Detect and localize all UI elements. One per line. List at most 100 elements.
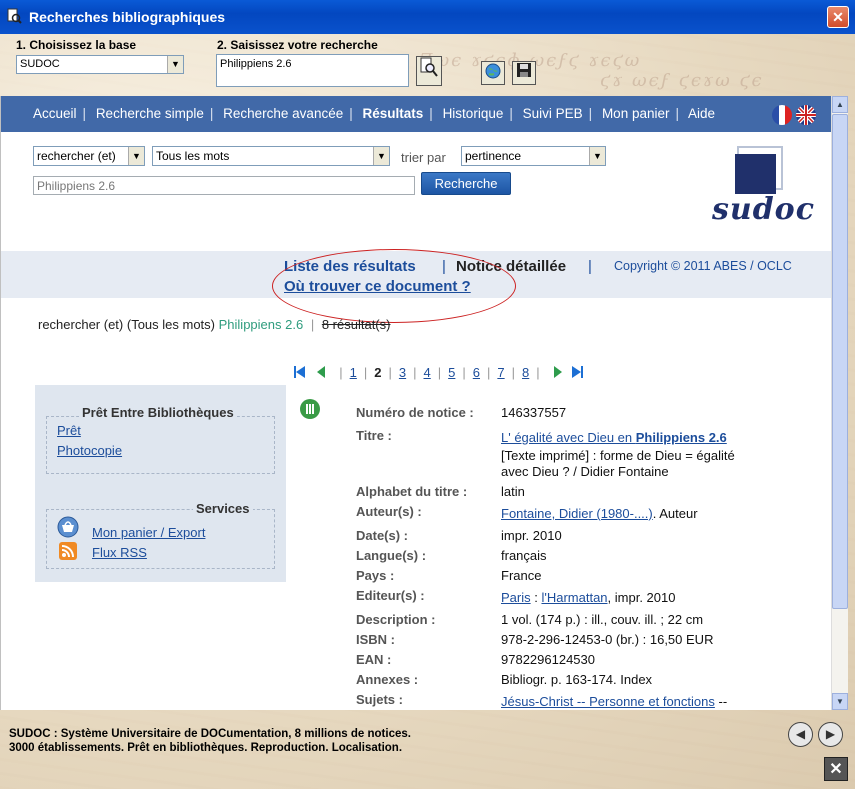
search-textbox[interactable]: Philippiens 2.6 <box>216 54 409 87</box>
sort-label: trier par <box>401 150 446 165</box>
photocopie-link[interactable]: Photocopie <box>57 443 122 458</box>
first-page-icon[interactable] <box>294 365 306 382</box>
highlight-ellipse <box>272 249 516 323</box>
nav-accueil[interactable]: Accueil <box>33 106 77 121</box>
base-select-value: SUDOC <box>20 58 60 70</box>
recherche-button[interactable]: Recherche <box>421 172 511 195</box>
uk-flag-icon[interactable] <box>796 105 816 125</box>
book-icon <box>300 399 320 419</box>
search-summary: rechercher (et) (Tous les mots) Philippi… <box>38 317 390 332</box>
value-isbn: 978-2-296-12453-0 (br.) : 16,50 EUR <box>501 632 714 647</box>
basket-icon[interactable] <box>57 516 79 541</box>
value-auteur: Fontaine, Didier (1980-....). Auteur <box>501 506 698 521</box>
label-annexes: Annexes : <box>356 672 419 687</box>
label-description: Description : <box>356 612 436 627</box>
value-pays: France <box>501 568 542 583</box>
summary-separator: | <box>310 317 315 332</box>
app-icon <box>6 8 22 24</box>
nav-resultats[interactable]: Résultats <box>363 106 424 121</box>
globe-icon <box>484 63 502 84</box>
label-numero: Numéro de notice : <box>356 405 474 420</box>
subject-link[interactable]: Jésus-Christ -- Personne et fonctions <box>501 694 715 709</box>
publisher-place-link[interactable]: Paris <box>501 590 531 605</box>
publisher-name-link[interactable]: l'Harmattan <box>541 590 607 605</box>
nav-aide[interactable]: Aide <box>688 106 715 121</box>
scroll-up-icon[interactable]: ▲ <box>832 96 848 113</box>
chevron-down-icon[interactable]: ▼ <box>373 147 389 165</box>
chevron-down-icon[interactable]: ▼ <box>128 147 144 165</box>
title-link-text: L' égalité avec Dieu en <box>501 430 636 445</box>
pret-link[interactable]: Prêt <box>57 423 81 438</box>
last-page-icon[interactable] <box>571 365 583 382</box>
nav-suivi-peb[interactable]: Suivi PEB <box>523 106 583 121</box>
query-value: Philippiens 2.6 <box>37 179 116 193</box>
next-page-icon[interactable] <box>553 365 563 382</box>
summary-query: Philippiens 2.6 <box>218 317 304 332</box>
value-titre: L' égalité avec Dieu en Philippiens 2.6 <box>501 430 727 445</box>
value-editeur: Paris : l'Harmattan, impr. 2010 <box>501 590 675 605</box>
value-alphabet: latin <box>501 484 525 499</box>
floppy-disk-icon <box>516 63 532 82</box>
words-value: Tous les mots <box>156 149 230 163</box>
nav-mon-panier[interactable]: Mon panier <box>602 106 670 121</box>
arrow-left-icon: ◀ <box>795 727 806 741</box>
words-select[interactable]: Tous les mots ▼ <box>152 146 390 166</box>
label-auteur: Auteur(s) : <box>356 504 422 519</box>
vertical-scrollbar[interactable]: ▲ ▼ <box>831 96 848 710</box>
close-icon: ✕ <box>832 9 844 25</box>
page-link-8[interactable]: 8 <box>522 365 529 380</box>
query-input[interactable]: Philippiens 2.6 <box>33 176 415 195</box>
value-sujets: Jésus-Christ -- Personne et fonctions -- <box>501 694 727 709</box>
arrow-right-icon: ▶ <box>825 727 836 741</box>
peb-title: Prêt Entre Bibliothèques <box>79 405 237 420</box>
sidebar-box: Prêt Entre Bibliothèques Prêt Photocopie… <box>35 385 286 582</box>
page-link-5[interactable]: 5 <box>448 365 455 380</box>
title-link[interactable]: L' égalité avec Dieu en Philippiens 2.6 <box>501 430 727 445</box>
mon-panier-link[interactable]: Mon panier / Export <box>92 525 205 540</box>
save-button[interactable] <box>512 61 536 85</box>
scroll-thumb[interactable] <box>832 114 848 609</box>
nav-recherche-avancee[interactable]: Recherche avancée <box>223 106 343 121</box>
label-pays: Pays : <box>356 568 395 583</box>
forward-button[interactable]: ▶ <box>818 722 843 747</box>
search-mode-select[interactable]: rechercher (et) ▼ <box>33 146 145 166</box>
value-date: impr. 2010 <box>501 528 562 543</box>
internet-button[interactable] <box>481 61 505 85</box>
page-link-7[interactable]: 7 <box>497 365 504 380</box>
page-link-6[interactable]: 6 <box>473 365 480 380</box>
base-select[interactable]: SUDOC ▼ <box>16 55 184 74</box>
prev-page-icon[interactable] <box>316 365 326 382</box>
french-flag-icon[interactable] <box>772 105 792 125</box>
exit-button[interactable]: ✕ <box>824 757 848 781</box>
sort-select[interactable]: pertinence ▼ <box>461 146 606 166</box>
footer-line1: SUDOC : Système Universitaire de DOCumen… <box>9 728 411 740</box>
app-window: ꟻωϵ ɤϛϵɸ ωϵϝϛ ɤϵϛω ϛɤ ωϵϝ ϛϵɤω ϛϵ Recher… <box>0 0 855 789</box>
back-button[interactable]: ◀ <box>788 722 813 747</box>
page-link-1[interactable]: 1 <box>350 365 357 380</box>
chevron-down-icon[interactable]: ▼ <box>589 147 605 165</box>
label-alphabet: Alphabet du titre : <box>356 484 468 499</box>
scroll-down-icon[interactable]: ▼ <box>832 693 848 710</box>
rss-icon[interactable] <box>59 542 77 563</box>
label-isbn: ISBN : <box>356 632 395 647</box>
page-link-3[interactable]: 3 <box>399 365 406 380</box>
subject-tail: -- <box>714 694 728 709</box>
copyright-text: Copyright © 2011 ABES / OCLC <box>614 259 792 273</box>
label-editeur: Editeur(s) : <box>356 588 425 603</box>
footer-line2: 3000 établissements. Prêt en bibliothèqu… <box>9 742 403 754</box>
publisher-sep: : <box>530 590 542 605</box>
page-current: 2 <box>374 365 382 380</box>
summary-count: 8 résultat(s) <box>321 317 391 332</box>
nav-recherche-simple[interactable]: Recherche simple <box>96 106 204 121</box>
close-window-button[interactable]: ✕ <box>827 6 849 28</box>
tab-separator: | <box>588 258 592 275</box>
value-titre-line3: avec Dieu ? / Didier Fontaine <box>501 464 669 479</box>
flux-rss-link[interactable]: Flux RSS <box>92 545 147 560</box>
author-link[interactable]: Fontaine, Didier (1980-....) <box>501 506 653 521</box>
label-sujets: Sujets : <box>356 692 403 707</box>
search-button[interactable] <box>416 56 442 86</box>
chevron-down-icon[interactable]: ▼ <box>167 56 183 73</box>
label-titre: Titre : <box>356 428 392 443</box>
nav-historique[interactable]: Historique <box>443 106 504 121</box>
page-link-4[interactable]: 4 <box>424 365 431 380</box>
